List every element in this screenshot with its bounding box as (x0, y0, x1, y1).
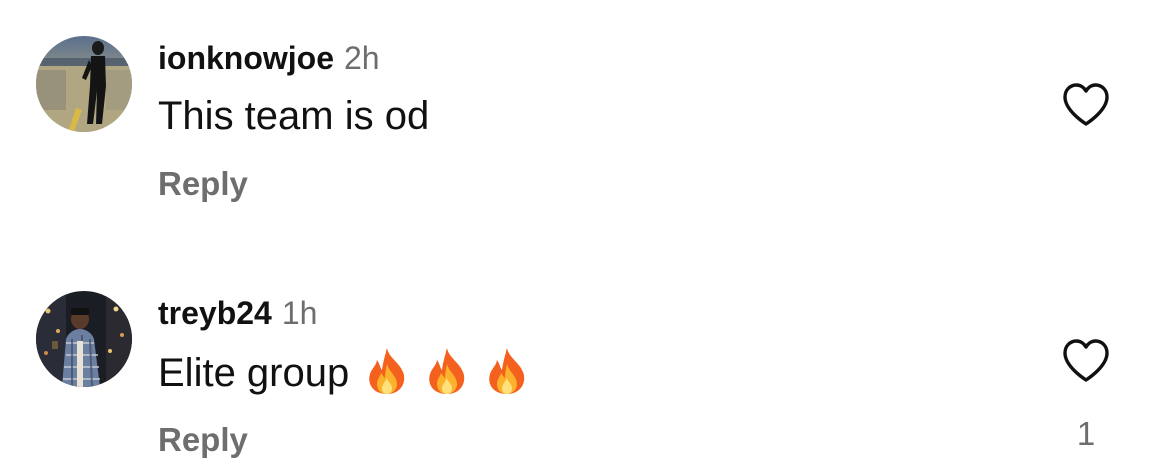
username[interactable]: treyb24 (158, 295, 272, 331)
fire-emoji-icon (425, 346, 469, 396)
reply-button[interactable]: Reply (158, 420, 248, 460)
heart-outline-icon[interactable] (1061, 338, 1111, 384)
avatar-image (36, 291, 132, 387)
fire-emoji-icon (485, 346, 529, 396)
fire-emoji-icon (365, 346, 409, 396)
timestamp: 1h (281, 295, 318, 331)
comment-meta: treyb24 1h (158, 293, 317, 333)
like-count: 1 (1076, 415, 1096, 452)
comment-item: treyb24 1h Elite group Reply 1 (0, 0, 1170, 474)
avatar[interactable] (36, 291, 132, 387)
comment-text: Elite group (158, 346, 529, 398)
comment-text-content: Elite group (158, 351, 350, 395)
